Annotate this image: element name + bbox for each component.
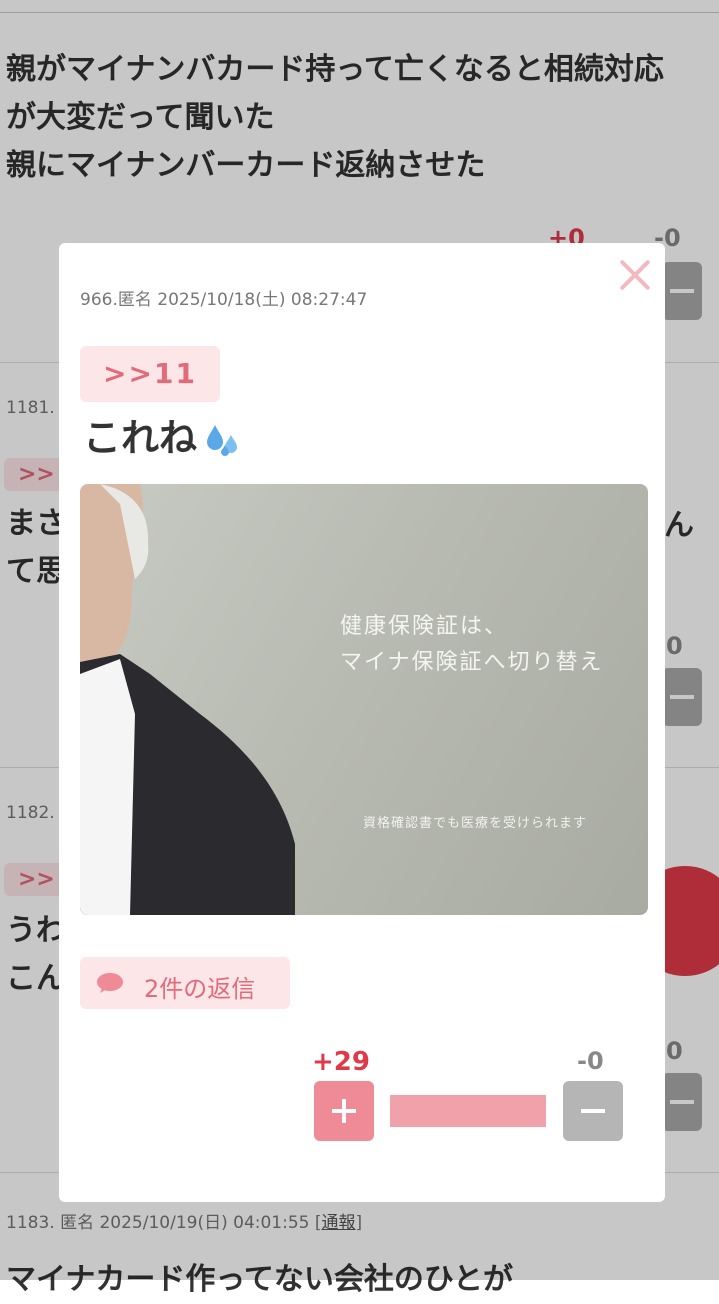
vote-plus-count: +29 [312, 1047, 370, 1077]
vote-plus-button[interactable] [314, 1081, 374, 1141]
image-caption-line: マイナ保険証へ切り替え [340, 650, 604, 675]
vote-minus-count: -0 [577, 1047, 604, 1075]
popup-post-text: これね [83, 416, 198, 460]
popup-anchor-link[interactable]: >>11 [80, 346, 220, 402]
replies-button[interactable]: 2件の返信 [80, 957, 290, 1009]
popup-post-meta: 966.匿名 2025/10/18(土) 08:27:47 [80, 290, 368, 310]
post-image[interactable]: 健康保険証は、 マイナ保険証へ切り替え 資格確認書でも医療を受けられます [80, 484, 648, 915]
comment-bubble-icon [97, 973, 123, 993]
close-icon[interactable] [615, 255, 655, 295]
sweat-droplets-icon [207, 425, 237, 456]
image-caption-line: 健康保険証は、 [340, 614, 509, 639]
replies-label: 2件の返信 [144, 975, 256, 1003]
vote-minus-button[interactable] [563, 1081, 623, 1141]
person-figure [80, 484, 295, 915]
vote-ratio-fill [390, 1095, 546, 1127]
vote-ratio-bar [390, 1095, 546, 1127]
reply-popup: 966.匿名 2025/10/18(土) 08:27:47 >>11 これね 健… [59, 243, 665, 1202]
image-caption-small: 資格確認書でも医療を受けられます [363, 816, 588, 831]
